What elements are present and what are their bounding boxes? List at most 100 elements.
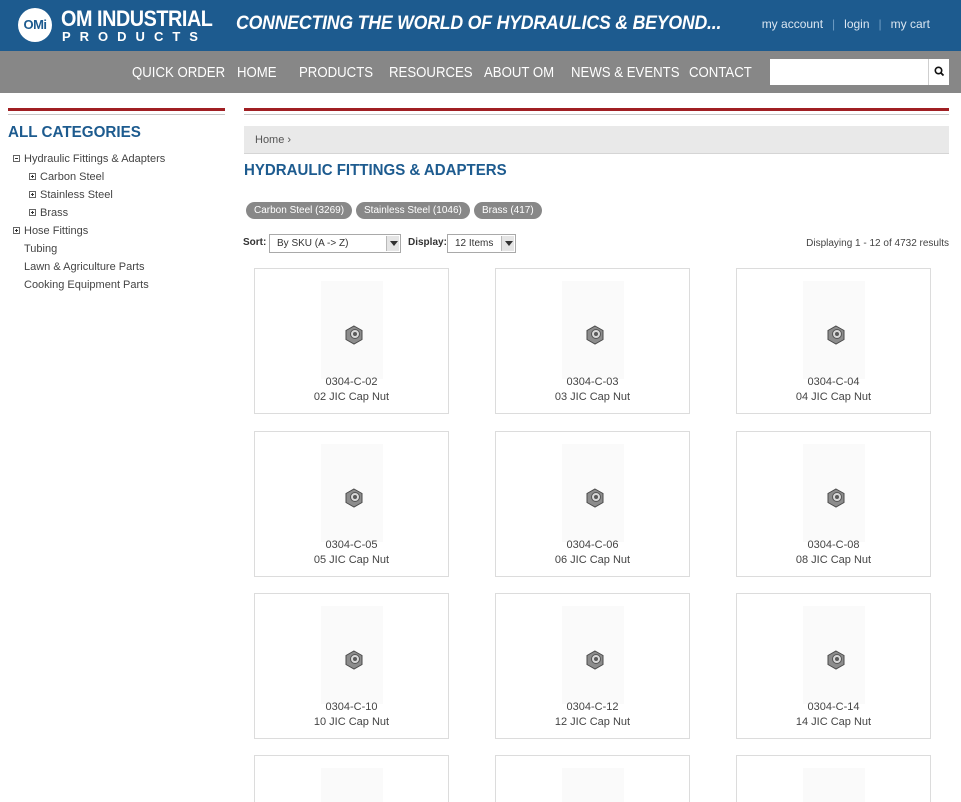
cap-nut-icon [827,650,845,670]
product-name[interactable]: 03 JIC Cap Nut [496,391,689,403]
link-divider: | [878,17,882,31]
nav-news-events[interactable]: NEWS & EVENTS [571,64,680,81]
cap-nut-icon [345,650,363,670]
product-sku[interactable]: 0304-C-12 [496,701,689,713]
page-title: HYDRAULIC FITTINGS & ADAPTERS [244,162,507,179]
product-sku[interactable]: 0304-C-06 [496,539,689,551]
product-card[interactable]: 0304-C-06 06 JIC Cap Nut [495,431,690,577]
cap-nut-icon [345,325,363,345]
sort-label: Sort: [243,237,267,248]
category-stainless-steel[interactable]: Stainless Steel [40,189,113,201]
product-image[interactable] [803,768,865,802]
product-card[interactable]: 0304-C-05 05 JIC Cap Nut [254,431,449,577]
product-name[interactable]: 08 JIC Cap Nut [737,554,930,566]
product-image[interactable] [321,768,383,802]
category-hydraulic-fittings[interactable]: Hydraulic Fittings & Adapters [24,153,165,165]
cap-nut-icon [586,488,604,508]
product-name[interactable]: 02 JIC Cap Nut [255,391,448,403]
logo-badge-text: OMi [23,17,47,32]
product-image[interactable] [562,768,624,802]
breadcrumb: Home › [244,126,949,154]
category-brass[interactable]: Brass [40,207,68,219]
main-rule-red [244,108,949,111]
nav-quick-order[interactable]: QUICK ORDER [132,64,225,81]
category-hose-fittings[interactable]: Hose Fittings [24,225,88,237]
product-card[interactable]: 0304-C-02 02 JIC Cap Nut [254,268,449,414]
nav-contact[interactable]: CONTACT [689,64,752,81]
category-tubing[interactable]: Tubing [24,243,57,255]
logo-subtext: PRODUCTS [62,29,207,44]
cap-nut-icon [827,488,845,508]
sort-select[interactable]: By SKU (A -> Z) [269,234,401,253]
product-card[interactable]: 0304-C-08 08 JIC Cap Nut [736,431,931,577]
product-name[interactable]: 04 JIC Cap Nut [737,391,930,403]
product-sku[interactable]: 0304-C-03 [496,376,689,388]
category-cooking-equipment[interactable]: Cooking Equipment Parts [24,279,149,291]
cap-nut-icon [586,650,604,670]
product-image[interactable] [562,444,624,542]
product-name[interactable]: 14 JIC Cap Nut [737,716,930,728]
product-card[interactable]: 0304-C-03 03 JIC Cap Nut [495,268,690,414]
expand-icon[interactable] [29,173,36,180]
product-image[interactable] [803,606,865,704]
expand-icon[interactable] [29,209,36,216]
product-name[interactable]: 10 JIC Cap Nut [255,716,448,728]
category-lawn-agriculture[interactable]: Lawn & Agriculture Parts [24,261,144,273]
link-divider: | [832,17,836,31]
product-name[interactable]: 05 JIC Cap Nut [255,554,448,566]
expand-icon[interactable] [13,227,20,234]
product-sku[interactable]: 0304-C-08 [737,539,930,551]
filter-chip-carbon-steel[interactable]: Carbon Steel (3269) [246,202,353,219]
sidebar-rule-gray [8,114,225,115]
product-sku[interactable]: 0304-C-05 [255,539,448,551]
site-tagline: CONNECTING THE WORLD OF HYDRAULICS & BEY… [236,13,722,34]
product-sku[interactable]: 0304-C-14 [737,701,930,713]
product-sku[interactable]: 0304-C-04 [737,376,930,388]
my-account-link[interactable]: my account [762,17,823,31]
product-card[interactable]: 0304-C-04 04 JIC Cap Nut [736,268,931,414]
search-input[interactable] [770,59,928,85]
product-image[interactable] [803,444,865,542]
nav-products[interactable]: PRODUCTS [299,64,373,81]
product-card[interactable]: 0304-C-10 10 JIC Cap Nut [254,593,449,739]
filter-chip-stainless-steel[interactable]: Stainless Steel (1046) [356,202,470,219]
logo-badge: OMi [18,8,52,42]
cap-nut-icon [345,488,363,508]
product-image[interactable] [562,606,624,704]
search-button[interactable] [928,59,949,85]
product-card[interactable]: 0304-C-12 12 JIC Cap Nut [495,593,690,739]
product-name[interactable]: 06 JIC Cap Nut [496,554,689,566]
site-logo[interactable]: OMi OM INDUSTRIAL PRODUCTS [18,6,213,45]
nav-resources[interactable]: RESOURCES [389,64,473,81]
account-links: my account | login | my cart [762,17,930,31]
nav-home[interactable]: HOME [237,64,277,81]
chevron-down-icon [501,236,514,251]
product-card[interactable] [495,755,690,802]
product-image[interactable] [321,444,383,542]
nav-about-om[interactable]: ABOUT OM [484,64,554,81]
product-card[interactable]: 0304-C-14 14 JIC Cap Nut [736,593,931,739]
filter-chip-brass[interactable]: Brass (417) [474,202,542,219]
product-image[interactable] [803,281,865,379]
breadcrumb-home[interactable]: Home › [255,134,291,146]
product-card[interactable] [736,755,931,802]
search-icon [934,66,945,77]
product-image[interactable] [562,281,624,379]
chevron-down-icon [386,236,399,251]
my-cart-link[interactable]: my cart [891,17,930,31]
expand-icon[interactable] [29,191,36,198]
product-sku[interactable]: 0304-C-10 [255,701,448,713]
product-image[interactable] [321,606,383,704]
display-select-value: 12 Items [455,238,494,249]
product-sku[interactable]: 0304-C-02 [255,376,448,388]
top-banner: OMi OM INDUSTRIAL PRODUCTS CONNECTING TH… [0,0,961,51]
collapse-icon[interactable] [13,155,20,162]
category-carbon-steel[interactable]: Carbon Steel [40,171,104,183]
product-card[interactable] [254,755,449,802]
sort-select-value: By SKU (A -> Z) [277,238,349,249]
login-link[interactable]: login [844,17,869,31]
sidebar-rule-red [8,108,225,111]
product-image[interactable] [321,281,383,379]
display-select[interactable]: 12 Items [447,234,516,253]
product-name[interactable]: 12 JIC Cap Nut [496,716,689,728]
